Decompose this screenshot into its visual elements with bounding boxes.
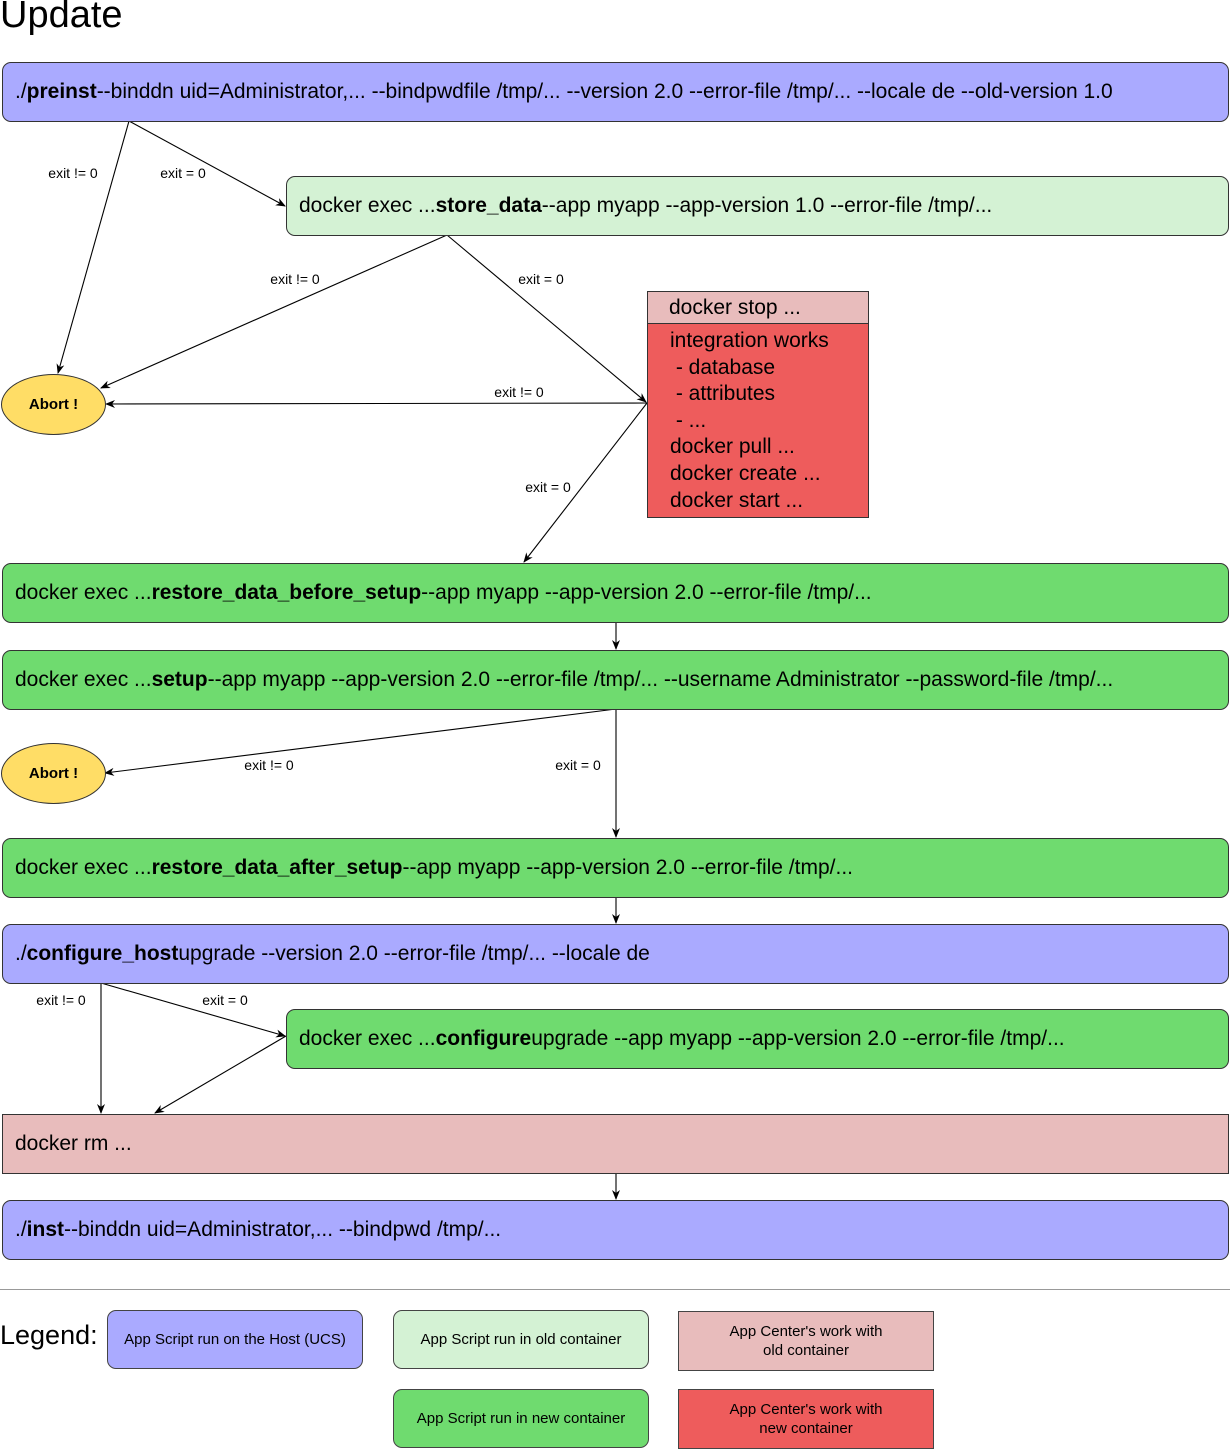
step-line: - attributes	[670, 382, 776, 406]
edge-label-ok: exit = 0	[555, 757, 601, 773]
arrow-configure-to-docker-rm	[154, 1035, 287, 1114]
node-text: ./	[15, 80, 27, 103]
node-command: restore_data_after_setup	[151, 856, 403, 879]
node-command: restore_data_before_setup	[151, 581, 422, 604]
node-text: ./	[15, 942, 27, 965]
arrow-store-data-to-abort	[100, 234, 448, 389]
step-line: integration works	[670, 329, 829, 352]
node-args: --binddn uid=Administrator,... --bindpwd…	[64, 1218, 502, 1241]
arrow-setup-to-abort	[104, 708, 617, 776]
restore-before-setup-node: docker exec ... restore_data_before_setu…	[2, 563, 1229, 623]
edge-label-fail: exit != 0	[494, 384, 544, 400]
edge-label-ok: exit = 0	[525, 479, 571, 495]
legend-ac-old: App Center's work with old container	[678, 1311, 934, 1371]
step-line: - ...	[670, 408, 707, 432]
node-args: upgrade --version 2.0 --error-file /tmp/…	[178, 942, 650, 965]
inst-node: ./inst --binddn uid=Administrator,... --…	[2, 1200, 1229, 1260]
node-command: inst	[26, 1218, 65, 1241]
arrow-docker-stop-to-abort	[105, 399, 648, 408]
step-line: docker pull ...	[670, 435, 795, 459]
edge-label-fail: exit != 0	[48, 165, 98, 181]
docker-rm-node: docker rm ...	[2, 1114, 1229, 1174]
setup-node: docker exec ... setup --app myapp --app-…	[2, 650, 1229, 710]
configure-host-node: ./configure_host upgrade --version 2.0 -…	[2, 924, 1229, 984]
step-line: docker create ...	[670, 461, 821, 485]
node-command: configure	[435, 1027, 532, 1050]
legend-old-container: App Script run in old container	[393, 1310, 649, 1369]
edge-label-ok: exit = 0	[518, 271, 564, 287]
node-text: docker exec ...	[299, 1027, 436, 1050]
node-args: --binddn uid=Administrator,... --bindpwd…	[96, 80, 1113, 103]
legend-divider	[0, 1289, 1230, 1290]
legend-new-container: App Script run in new container	[393, 1389, 649, 1448]
node-text: docker exec ...	[15, 581, 152, 604]
edge-label-fail: exit != 0	[244, 757, 294, 773]
edge-label-ok: exit = 0	[202, 992, 248, 1008]
node-text: docker exec ...	[299, 194, 436, 217]
edge-label-fail: exit != 0	[270, 271, 320, 287]
node-text: docker exec ...	[15, 856, 152, 879]
abort-node-1: Abort !	[1, 374, 106, 435]
edge-label-ok: exit = 0	[160, 165, 206, 181]
node-args: --app myapp --app-version 2.0 --error-fi…	[402, 856, 853, 879]
node-args: --app myapp --app-version 2.0 --error-fi…	[207, 668, 1114, 691]
node-text: ./	[15, 1218, 27, 1241]
step-line: - database	[670, 355, 776, 379]
step-line: docker start ...	[670, 488, 804, 512]
arrow-preinst-to-store-data	[128, 120, 286, 207]
node-command: configure_host	[26, 942, 179, 965]
restore-after-setup-node: docker exec ... restore_data_after_setup…	[2, 838, 1229, 898]
node-args: --app myapp --app-version 2.0 --error-fi…	[421, 581, 872, 604]
legend-ac-new: App Center's work with new container	[678, 1389, 934, 1449]
configure-node: docker exec ... configure upgrade --app …	[286, 1009, 1229, 1069]
node-command: preinst	[26, 80, 97, 103]
store-data-node: docker exec ... store_data --app myapp -…	[286, 176, 1229, 236]
arrow-store-data-to-docker-stop	[446, 234, 647, 403]
node-command: store_data	[435, 194, 542, 217]
edge-label-fail: exit != 0	[36, 992, 86, 1008]
legend-label: Legend:	[0, 1320, 98, 1350]
arrow-preinst-to-abort	[56, 120, 130, 374]
node-args: --app myapp --app-version 1.0 --error-fi…	[541, 194, 993, 217]
legend-host: App Script run on the Host (UCS)	[107, 1310, 363, 1369]
preinst-node: ./preinst --binddn uid=Administrator,...…	[2, 62, 1229, 122]
docker-stop-body: integration works - database - attribute…	[647, 323, 869, 518]
node-text: docker exec ...	[15, 668, 152, 691]
docker-stop-header: docker stop ...	[647, 291, 869, 324]
node-args: upgrade --app myapp --app-version 2.0 --…	[531, 1027, 1065, 1050]
arrow-configure-host-to-configure	[100, 982, 286, 1038]
node-command: setup	[151, 668, 208, 691]
abort-node-2: Abort !	[1, 743, 106, 804]
